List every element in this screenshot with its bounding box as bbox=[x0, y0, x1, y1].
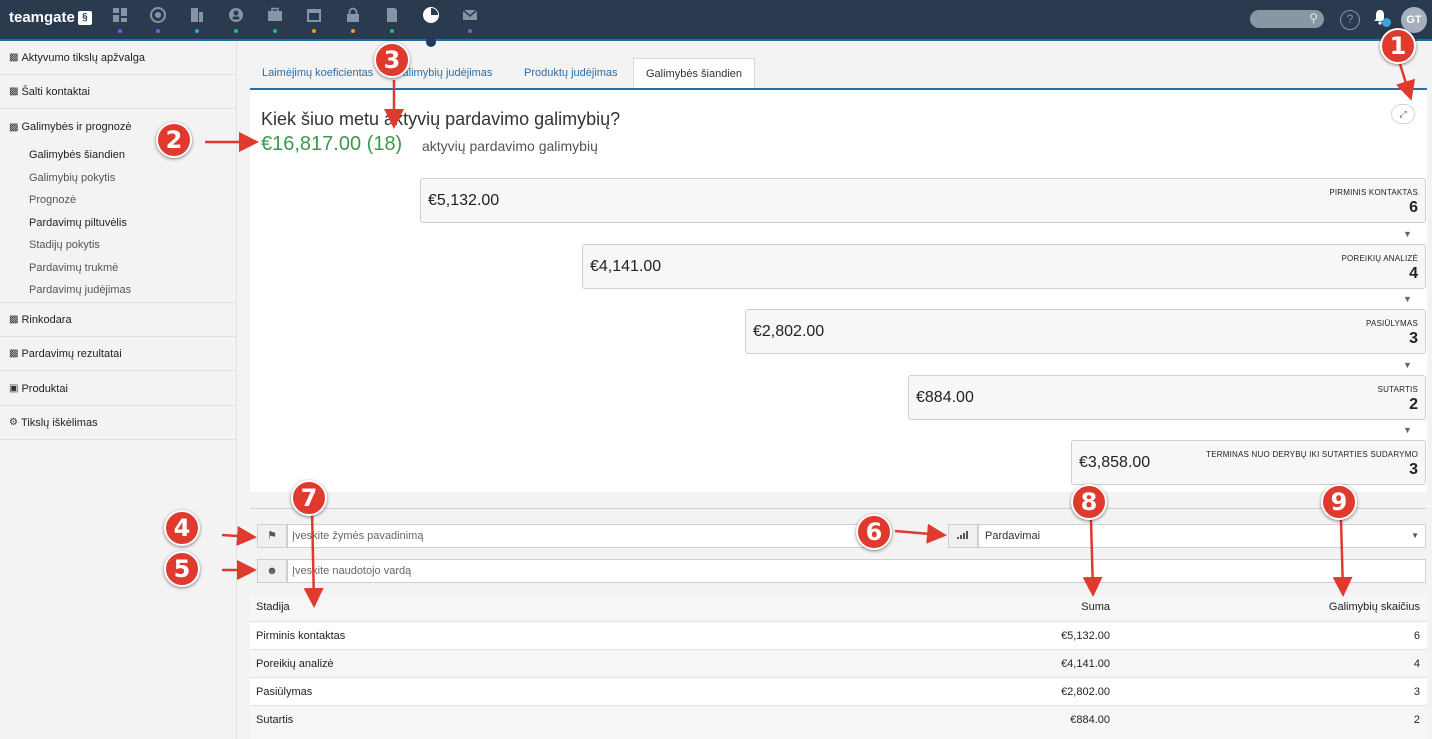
annotation-marker: 8 bbox=[1071, 484, 1107, 520]
annotation-marker: 2 bbox=[156, 122, 192, 158]
annotation-marker: 5 bbox=[164, 551, 200, 587]
annotation-marker: 3 bbox=[374, 42, 410, 78]
annotation-marker: 9 bbox=[1321, 484, 1357, 520]
annotation-marker: 7 bbox=[291, 480, 327, 516]
annotation-marker: 1 bbox=[1380, 28, 1416, 64]
annotation-marker: 4 bbox=[164, 510, 200, 546]
annotation-marker: 6 bbox=[856, 514, 892, 550]
annotation-arrows bbox=[205, 63, 1416, 608]
